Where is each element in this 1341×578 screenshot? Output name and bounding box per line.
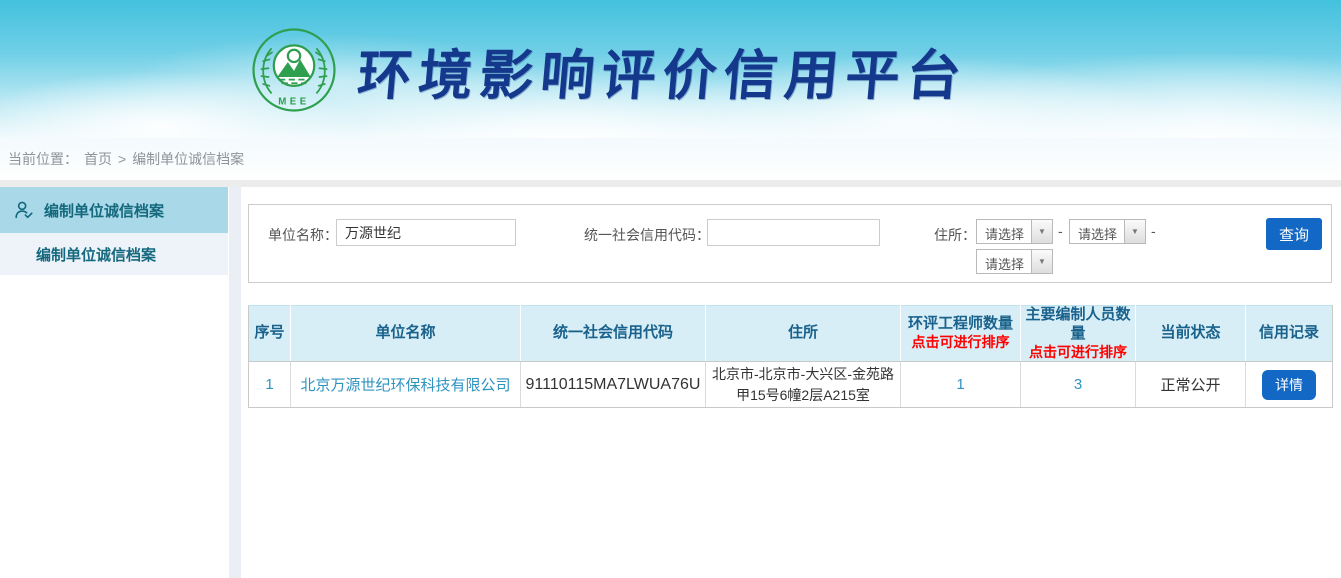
sidebar-item-credit-archive[interactable]: 编制单位诚信档案 xyxy=(0,187,228,233)
status-cell: 正常公开 xyxy=(1136,362,1246,408)
credit-record-cell: 详情 xyxy=(1246,362,1333,408)
row-index-cell: 1 xyxy=(249,362,291,408)
header-divider xyxy=(0,180,1341,187)
col-address: 住所 xyxy=(706,306,901,362)
col-index: 序号 xyxy=(249,306,291,362)
staff-count-link[interactable]: 3 xyxy=(1021,362,1136,408)
district-select[interactable]: 请选择 ▼ xyxy=(976,249,1053,274)
breadcrumb-current: 编制单位诚信档案 xyxy=(132,149,244,169)
person-check-icon xyxy=(13,199,35,221)
province-select-value: 请选择 xyxy=(977,220,1031,243)
breadcrumb-home-link[interactable]: 首页 xyxy=(84,149,112,169)
address-line2: 甲15号6幢2层A215室 xyxy=(736,387,870,403)
chevron-down-icon[interactable]: ▼ xyxy=(1031,250,1052,273)
sidebar-subitem-credit-archive[interactable]: 编制单位诚信档案 xyxy=(0,233,228,275)
col-status: 当前状态 xyxy=(1136,306,1246,362)
table-row: 1 北京万源世纪环保科技有限公司 91110115MA7LWUA76U 北京市-… xyxy=(249,362,1333,408)
company-name-link[interactable]: 北京万源世纪环保科技有限公司 xyxy=(291,362,521,408)
breadcrumb-prefix: 当前位置： xyxy=(8,149,78,169)
credit-code-label: 统一社会信用代码： xyxy=(584,225,710,245)
col-engineer-count-label: 环评工程师数量 xyxy=(908,315,1013,332)
breadcrumb-separator: > xyxy=(118,151,126,167)
col-staff-count-label: 主要编制人员数量 xyxy=(1025,306,1130,342)
unit-name-input[interactable] xyxy=(336,219,516,246)
col-credit-record: 信用记录 xyxy=(1246,306,1333,362)
result-table: 序号 单位名称 统一社会信用代码 住所 环评工程师数量 点击可进行排序 主要编制… xyxy=(248,305,1333,408)
credit-code-cell: 91110115MA7LWUA76U xyxy=(521,362,706,408)
district-select-value: 请选择 xyxy=(977,250,1031,273)
address-cell: 北京市-北京市-大兴区-金苑路 甲15号6幢2层A215室 xyxy=(706,362,901,408)
col-unit-name: 单位名称 xyxy=(291,306,521,362)
col-engineer-count-sortable[interactable]: 环评工程师数量 点击可进行排序 xyxy=(901,306,1021,362)
sidebar-subitem-label: 编制单位诚信档案 xyxy=(36,244,156,265)
engineer-count-link[interactable]: 1 xyxy=(901,362,1021,408)
site-header: MEE 环境影响评价信用平台 xyxy=(0,0,1341,138)
content-area: 单位名称： 统一社会信用代码： 住所： 请选择 ▼ - 请选择 ▼ - 请选择 … xyxy=(241,187,1341,578)
table-header-row: 序号 单位名称 统一社会信用代码 住所 环评工程师数量 点击可进行排序 主要编制… xyxy=(249,306,1333,362)
mee-logo-icon: MEE xyxy=(250,26,338,114)
province-select[interactable]: 请选择 ▼ xyxy=(976,219,1053,244)
address-label: 住所： xyxy=(934,225,976,245)
unit-name-label: 单位名称： xyxy=(268,225,338,245)
sidebar-item-label: 编制单位诚信档案 xyxy=(44,200,164,221)
chevron-down-icon[interactable]: ▼ xyxy=(1124,220,1145,243)
sort-hint: 点击可进行排序 xyxy=(1021,344,1135,362)
sort-hint: 点击可进行排序 xyxy=(901,334,1020,352)
sidebar-content-divider xyxy=(229,187,241,578)
city-select[interactable]: 请选择 ▼ xyxy=(1069,219,1146,244)
query-button[interactable]: 查询 xyxy=(1266,218,1322,250)
detail-button[interactable]: 详情 xyxy=(1262,370,1316,400)
breadcrumb: 当前位置： 首页 > 编制单位诚信档案 xyxy=(0,138,1341,180)
chevron-down-icon[interactable]: ▼ xyxy=(1031,220,1052,243)
page-title: 环境影响评价信用平台 xyxy=(355,31,972,110)
address-dash: - xyxy=(1151,223,1156,239)
address-line1: 北京市-北京市-大兴区-金苑路 xyxy=(712,366,894,382)
col-credit-code: 统一社会信用代码 xyxy=(521,306,706,362)
search-form: 单位名称： 统一社会信用代码： 住所： 请选择 ▼ - 请选择 ▼ - 请选择 … xyxy=(248,204,1332,283)
logo-text: MEE xyxy=(278,96,310,107)
col-staff-count-sortable[interactable]: 主要编制人员数量 点击可进行排序 xyxy=(1021,306,1136,362)
credit-code-input[interactable] xyxy=(707,219,880,246)
sidebar: 编制单位诚信档案 编制单位诚信档案 xyxy=(0,187,228,578)
address-dash: - xyxy=(1058,223,1063,239)
city-select-value: 请选择 xyxy=(1070,220,1124,243)
